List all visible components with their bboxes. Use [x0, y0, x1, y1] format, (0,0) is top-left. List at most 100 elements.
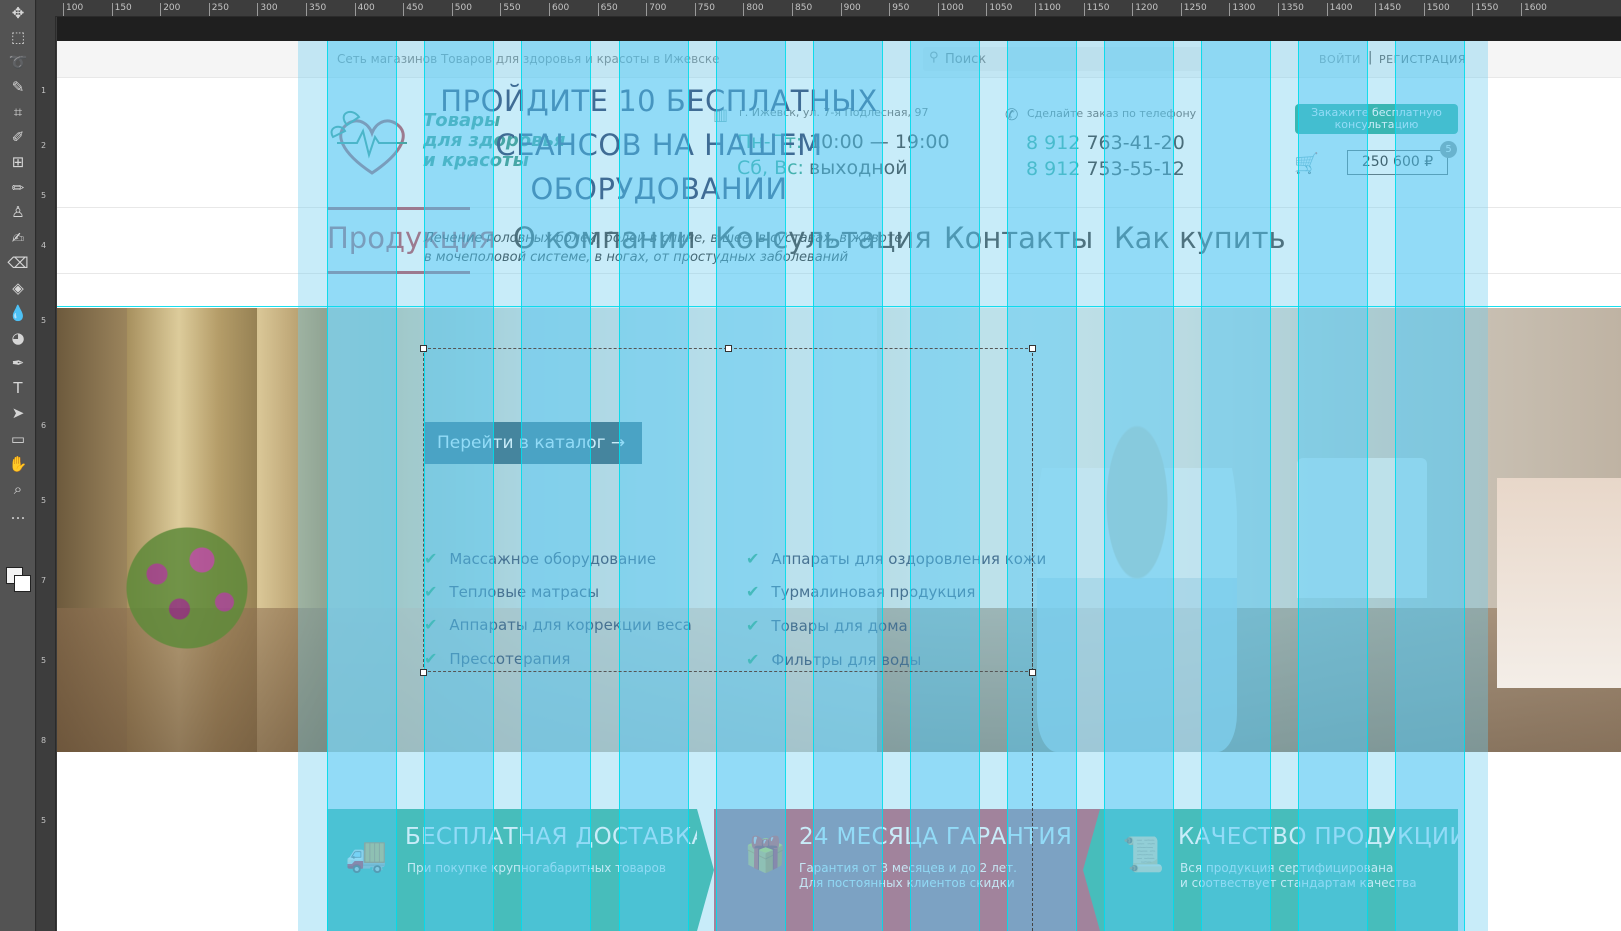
- marquee-icon[interactable]: ⬚: [6, 26, 30, 48]
- frame-icon[interactable]: ⊞: [6, 151, 30, 173]
- feature-item: ✔ Аппараты для коррекции веса: [424, 615, 692, 634]
- ruler-tick-label: 800: [743, 3, 764, 16]
- check-icon: ✔: [424, 615, 438, 634]
- check-icon: ✔: [746, 616, 760, 635]
- ruler-tick-label: 100: [63, 3, 83, 16]
- search-input[interactable]: [945, 49, 1195, 69]
- feature-item: ✔ Аппараты для оздоровления кожи: [746, 549, 1046, 568]
- check-icon: ✔: [746, 549, 760, 568]
- certificate-icon: 📜: [1122, 835, 1165, 875]
- feature-item: ✔ Тепловые матрасы: [424, 582, 599, 601]
- dodge-icon[interactable]: ◕: [6, 327, 30, 349]
- rectangle-icon[interactable]: ▭: [6, 428, 30, 450]
- feature-label: Аппараты для оздоровления кожи: [771, 550, 1047, 568]
- bucket-icon[interactable]: ◈: [6, 277, 30, 299]
- transform-handle[interactable]: [1029, 345, 1036, 352]
- vertical-ruler: 1 2 5 4 5 6 5 7 5 8 5: [37, 16, 56, 931]
- feature-label: Тепловые матрасы: [449, 583, 600, 601]
- ruler-tick-label: 1: [41, 86, 47, 95]
- ruler-tick-label: 950: [889, 3, 909, 16]
- hand-icon[interactable]: ✋: [6, 453, 30, 475]
- ruler-tick-label: 7: [41, 576, 47, 585]
- search-icon: ⚲: [929, 50, 939, 65]
- history-brush-icon[interactable]: ✍: [6, 227, 30, 249]
- hero-photo-bed: [1497, 478, 1621, 688]
- benefit-arrow: [1083, 809, 1100, 931]
- background-color-swatch[interactable]: [14, 575, 31, 592]
- login-link[interactable]: ВОЙТИ: [1319, 53, 1361, 66]
- feature-item: ✔ Турмалиновая продукция: [746, 582, 975, 601]
- nav-item-contacts[interactable]: Контакты: [944, 221, 1093, 255]
- hero-photo-flowers: [112, 518, 262, 658]
- ruler-tick-label: 5: [41, 191, 47, 200]
- pen-icon[interactable]: ✒: [6, 352, 30, 374]
- hero-title-line: ПРОЙДИТЕ 10 БЕСПЛАТНЫХ: [440, 84, 878, 118]
- hero-banner: [57, 308, 1621, 752]
- eyedropper-icon[interactable]: ✐: [6, 126, 30, 148]
- ruler-tick-label: 1250: [1180, 3, 1207, 16]
- quick-select-icon[interactable]: ✎: [6, 76, 30, 98]
- nav-active-indicator-bottom: [327, 271, 470, 274]
- ruler-tick-label: 5: [41, 656, 47, 665]
- phone-code: 8 912: [1026, 158, 1081, 180]
- nav-divider-bottom: [57, 273, 1621, 274]
- check-icon: ✔: [424, 549, 438, 568]
- order-consultation-button[interactable]: Закажите бесплатную консультацию: [1295, 104, 1458, 134]
- blur-icon[interactable]: 💧: [6, 302, 30, 324]
- cart-icon[interactable]: 🛒: [1294, 151, 1319, 175]
- benefit-text: При покупке крупногабаритных товаров: [407, 861, 666, 876]
- document-top-strip: [57, 17, 1621, 41]
- benefit-quality: 📜 КАЧЕСТВО ПРОДУКЦИИ Вся продукция серти…: [1100, 809, 1467, 931]
- go-to-catalog-button[interactable]: Перейти в каталог →: [424, 422, 642, 464]
- phone-number-1[interactable]: 8 912 763-41-20: [1026, 132, 1185, 154]
- check-icon: ✔: [424, 582, 438, 601]
- eraser-icon[interactable]: ⌫: [6, 252, 30, 274]
- cart-total[interactable]: 250 600 ₽: [1347, 150, 1448, 175]
- phone-number: 753-55-12: [1086, 158, 1185, 180]
- benefit-text-line: Гарантия от 3 месяцев и до 2 лет.: [799, 861, 1017, 875]
- search-box[interactable]: ⚲: [923, 47, 1203, 71]
- hero-text-panel: [327, 308, 877, 752]
- register-link[interactable]: РЕГИСТРАЦИЯ: [1379, 53, 1466, 66]
- lasso-icon[interactable]: ➰: [6, 51, 30, 73]
- hero-subtitle: Лечение головных болей, болей в спине, в…: [424, 229, 924, 267]
- hero-title: ПРОЙДИТЕ 10 БЕСПЛАТНЫХ СЕАНСОВ НА НАШЕМ …: [424, 79, 894, 211]
- transform-handle[interactable]: [1029, 669, 1036, 676]
- document-canvas[interactable]: Сеть магазинов Товаров для здоровья и кр…: [57, 41, 1621, 931]
- crop-icon[interactable]: ⌗: [6, 101, 30, 123]
- benefit-text-line: Вся продукция сертифицирована: [1180, 861, 1394, 875]
- transform-handle[interactable]: [420, 345, 427, 352]
- hero-photo-lamp: [1297, 458, 1427, 598]
- ruler-tick-label: 850: [792, 3, 812, 16]
- logo-heart-icon[interactable]: [327, 103, 417, 183]
- zoom-icon[interactable]: ⌕: [6, 478, 30, 500]
- hero-title-line: ОБОРУДОВАНИИ: [530, 172, 788, 206]
- stamp-icon[interactable]: ♙: [6, 201, 30, 223]
- type-icon[interactable]: T: [6, 377, 30, 399]
- ruler-tick-label: 600: [549, 3, 569, 16]
- ruler-tick-label: 5: [41, 496, 47, 505]
- transform-handle[interactable]: [725, 345, 732, 352]
- feature-item: ✔ Массажное оборудование: [424, 549, 656, 568]
- benefit-title: БЕСПЛАТНАЯ ДОСТАВКА: [405, 824, 708, 850]
- benefit-warranty: 🎁 24 МЕСЯЦА ГАРАНТИЯ Гарантия от 3 месяц…: [714, 809, 1114, 931]
- brush-icon[interactable]: ✏: [6, 177, 30, 199]
- ruler-tick-label: 300: [257, 3, 278, 16]
- check-icon: ✔: [746, 650, 760, 669]
- ruler-tick-label: 8: [41, 736, 47, 745]
- path-select-icon[interactable]: ➤: [6, 402, 30, 424]
- ruler-tick-label: 350: [306, 3, 326, 16]
- ruler-tick-label: 1050: [986, 3, 1012, 16]
- site-tagline: Сеть магазинов Товаров для здоровья и кр…: [337, 52, 720, 66]
- truck-icon: 🚚: [345, 835, 388, 875]
- check-icon: ✔: [424, 649, 438, 668]
- transform-handle[interactable]: [420, 669, 427, 676]
- ruler-tick-label: 2: [41, 141, 47, 150]
- ruler-tick-label: 5: [41, 816, 47, 825]
- phone-number-2[interactable]: 8 912 753-55-12: [1026, 158, 1185, 180]
- more-icon[interactable]: …: [6, 503, 30, 525]
- nav-item-how-to-buy[interactable]: Как купить: [1114, 221, 1286, 255]
- ruler-tick-label: 550: [500, 3, 521, 16]
- ruler-tick-label: 150: [111, 3, 132, 16]
- move-icon[interactable]: ✥: [6, 2, 30, 24]
